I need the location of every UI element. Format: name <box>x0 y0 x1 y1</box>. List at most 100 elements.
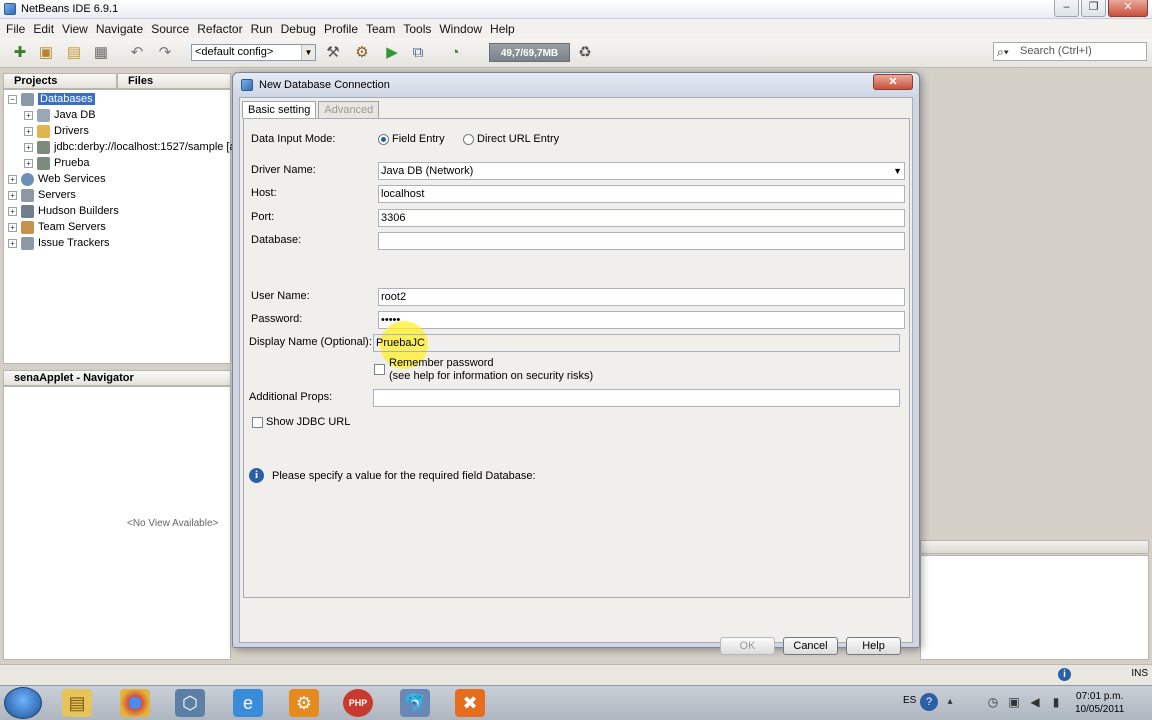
language-indicator[interactable]: ES <box>903 695 916 706</box>
expand-icon[interactable]: + <box>8 174 17 184</box>
expand-icon[interactable]: + <box>8 206 17 216</box>
tree-item-issue-trackers[interactable]: + Issue Trackers <box>8 235 110 251</box>
menu-tools[interactable]: Tools <box>399 22 435 36</box>
redo-icon[interactable]: ↷ <box>155 43 175 63</box>
open-project-icon[interactable]: ▤ <box>64 43 84 63</box>
menu-view[interactable]: View <box>58 22 92 36</box>
tab-advanced[interactable]: Advanced <box>318 101 380 119</box>
tree-item-team-servers[interactable]: + Team Servers <box>8 219 106 235</box>
tree-item-drivers[interactable]: + Drivers <box>24 123 89 139</box>
search-input[interactable]: ⌕▾ Search (Ctrl+I) <box>993 42 1147 61</box>
help-button[interactable]: Help <box>846 637 901 655</box>
expand-icon[interactable]: + <box>8 190 17 200</box>
save-all-icon[interactable]: ▦ <box>91 43 111 63</box>
settings-gear-icon[interactable]: ⚙ <box>289 689 319 717</box>
direct-url-radio[interactable] <box>463 134 474 145</box>
tree-item-hudson-builders[interactable]: + Hudson Builders <box>8 203 119 219</box>
menu-help[interactable]: Help <box>486 22 519 36</box>
tray-expand-icon[interactable]: ▴ <box>944 693 956 711</box>
remember-password-label[interactable]: Remember password <box>389 357 494 369</box>
virtualbox-icon[interactable]: ⬡ <box>175 689 205 717</box>
volume-icon[interactable]: ◀ <box>1026 693 1044 711</box>
undo-icon[interactable]: ↶ <box>127 43 147 63</box>
tree-item-connection-prueba[interactable]: + Prueba <box>24 155 89 171</box>
memory-indicator[interactable]: 49,7/69,7MB <box>489 43 570 62</box>
gc-icon[interactable]: ♻ <box>575 43 595 63</box>
menu-navigate[interactable]: Navigate <box>92 22 147 36</box>
insert-mode-indicator: INS <box>1131 668 1148 679</box>
tree-item-servers[interactable]: + Servers <box>8 187 76 203</box>
additional-props-label: Additional Props: <box>249 391 333 403</box>
network-icon[interactable]: ▣ <box>1005 693 1023 711</box>
menu-refactor[interactable]: Refactor <box>193 22 246 36</box>
dialog-close-button[interactable]: ✕ <box>873 74 913 90</box>
clean-build-icon[interactable]: ⚙ <box>352 43 372 63</box>
chevron-down-icon[interactable]: ▼ <box>893 163 902 179</box>
menu-profile[interactable]: Profile <box>320 22 362 36</box>
explorer-icon[interactable]: ▤ <box>62 689 92 717</box>
debug-icon[interactable]: ⧉ <box>408 43 428 63</box>
php-icon[interactable]: PHP <box>343 689 373 717</box>
ok-button[interactable]: OK <box>720 637 775 655</box>
chrome-icon[interactable] <box>120 689 150 717</box>
expand-icon[interactable]: + <box>8 222 17 232</box>
expand-icon[interactable]: + <box>24 110 33 120</box>
close-window-button[interactable]: ✕ <box>1108 0 1148 17</box>
tree-item-web-services[interactable]: + Web Services <box>8 171 106 187</box>
new-file-icon[interactable]: ✚ <box>10 43 30 63</box>
menu-team[interactable]: Team <box>362 22 399 36</box>
tree-item-javadb[interactable]: + Java DB <box>24 107 96 123</box>
build-hammer-icon[interactable]: ⚒ <box>323 43 343 63</box>
menu-edit[interactable]: Edit <box>29 22 58 36</box>
notification-info-icon[interactable]: i <box>1058 668 1071 681</box>
minimize-button[interactable]: – <box>1054 0 1079 17</box>
port-field[interactable]: 3306 <box>378 209 905 227</box>
dialog-titlebar: New Database Connection ✕ <box>233 73 919 97</box>
internet-explorer-icon[interactable]: e <box>233 689 263 717</box>
show-jdbc-url-label[interactable]: Show JDBC URL <box>266 416 350 428</box>
tab-projects[interactable]: Projects <box>3 73 117 89</box>
additional-props-field[interactable] <box>373 389 900 407</box>
host-field[interactable]: localhost <box>378 185 905 203</box>
new-project-icon[interactable]: ▣ <box>36 43 56 63</box>
user-name-field[interactable]: root2 <box>378 288 905 306</box>
expand-icon[interactable]: + <box>24 126 33 136</box>
remember-password-checkbox[interactable] <box>374 364 385 375</box>
tree-item-connection-derby[interactable]: + jdbc:derby://localhost:1527/sample [ap <box>24 139 242 155</box>
maximize-button[interactable]: ❐ <box>1081 0 1106 17</box>
config-dropdown[interactable]: <default config> ▼ <box>191 44 316 61</box>
mysql-dolphin-icon[interactable]: 🐬 <box>400 689 430 717</box>
expand-icon[interactable]: + <box>8 238 17 248</box>
tab-basic-setting[interactable]: Basic setting <box>242 101 317 119</box>
menu-window[interactable]: Window <box>435 22 486 36</box>
battery-icon[interactable]: ▮ <box>1047 693 1065 711</box>
tree-item-databases[interactable]: − Databases <box>8 91 95 107</box>
expand-icon[interactable]: + <box>24 142 33 152</box>
password-field[interactable]: ••••• <box>378 311 905 329</box>
database-field[interactable] <box>378 232 905 250</box>
xampp-icon[interactable]: ✖ <box>455 689 485 717</box>
expand-icon[interactable]: + <box>24 158 33 168</box>
chevron-down-icon[interactable]: ▼ <box>301 45 315 60</box>
menu-file[interactable]: File <box>2 22 29 36</box>
system-clock[interactable]: 07:01 p.m. 10/05/2011 <box>1075 690 1124 716</box>
direct-url-label[interactable]: Direct URL Entry <box>477 133 559 145</box>
driver-name-select[interactable]: Java DB (Network) ▼ <box>378 162 905 180</box>
collapse-icon[interactable]: − <box>8 94 17 104</box>
show-jdbc-url-checkbox[interactable] <box>252 417 263 428</box>
navigator-title: senaApplet - Navigator <box>3 370 231 386</box>
display-name-field[interactable]: PruebaJC <box>373 334 900 352</box>
clock-tray-icon[interactable]: ◷ <box>984 693 1002 711</box>
database-label: Database: <box>251 234 302 246</box>
field-entry-label[interactable]: Field Entry <box>392 133 445 145</box>
help-tray-icon[interactable]: ? <box>920 693 938 711</box>
start-button[interactable] <box>4 687 42 719</box>
field-entry-radio[interactable] <box>378 134 389 145</box>
profile-icon[interactable]: ◔ <box>445 43 465 63</box>
tab-files[interactable]: Files <box>117 73 231 89</box>
menu-debug[interactable]: Debug <box>277 22 320 36</box>
run-icon[interactable]: ▶ <box>382 43 402 63</box>
menu-source[interactable]: Source <box>147 22 193 36</box>
cancel-button[interactable]: Cancel <box>783 637 838 655</box>
menu-run[interactable]: Run <box>247 22 277 36</box>
